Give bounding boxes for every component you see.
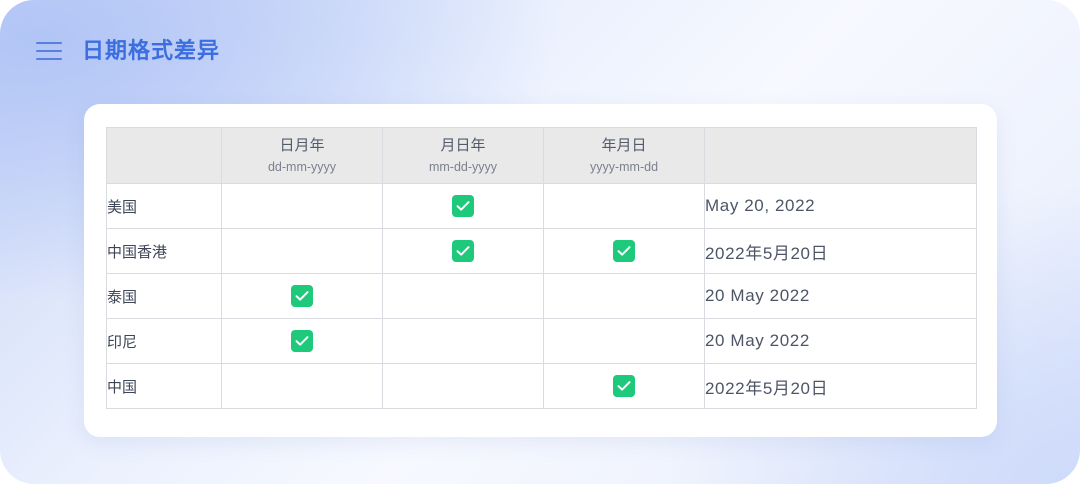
table-row: 印尼 20 May 2022 [106, 318, 977, 364]
table-card: 日月年 dd-mm-yyyy 月日年 mm-dd-yyyy 年月日 yyyy-m… [84, 104, 997, 437]
date-example-cell: 2022年5月20日 [704, 228, 977, 274]
checkbox-checked-icon [613, 375, 635, 397]
checkbox-checked-icon [452, 195, 474, 217]
format-cell-mdy [382, 273, 544, 319]
format-cell-mdy [382, 318, 544, 364]
format-cell-ymd [543, 363, 705, 409]
table-header-row: 日月年 dd-mm-yyyy 月日年 mm-dd-yyyy 年月日 yyyy-m… [106, 127, 977, 184]
menu-icon[interactable] [36, 42, 62, 60]
table-row: 泰国 20 May 2022 [106, 273, 977, 319]
table-row: 中国 2022年5月20日 [106, 363, 977, 409]
column-header-label: 年月日 [601, 136, 647, 154]
column-header-country [106, 127, 222, 184]
format-cell-ymd [543, 228, 705, 274]
format-cell-dmy [221, 318, 383, 364]
checkbox-checked-icon [613, 240, 635, 262]
page-title: 日期格式差异 [82, 38, 221, 63]
date-example-cell: 20 May 2022 [704, 318, 977, 364]
date-example-cell: May 20, 2022 [704, 183, 977, 229]
page-background: 日期格式差异 日月年 dd-mm-yyyy 月日年 mm-dd-yyyy 年月日… [0, 0, 1080, 484]
format-cell-dmy [221, 228, 383, 274]
column-header-dmy: 日月年 dd-mm-yyyy [221, 127, 383, 184]
column-header-format: dd-mm-yyyy [267, 159, 337, 174]
table-row: 中国香港 2022年5月20日 [106, 228, 977, 274]
country-cell: 泰国 [106, 273, 222, 319]
date-format-table: 日月年 dd-mm-yyyy 月日年 mm-dd-yyyy 年月日 yyyy-m… [106, 127, 977, 409]
page-header: 日期格式差异 [36, 36, 220, 66]
format-cell-dmy [221, 363, 383, 409]
country-cell: 中国香港 [106, 228, 222, 274]
format-cell-ymd [543, 183, 705, 229]
country-cell: 美国 [106, 183, 222, 229]
column-header-label: 月日年 [440, 136, 486, 154]
checkbox-checked-icon [291, 330, 313, 352]
format-cell-ymd [543, 318, 705, 364]
format-cell-ymd [543, 273, 705, 319]
country-cell: 印尼 [106, 318, 222, 364]
checkbox-checked-icon [291, 285, 313, 307]
format-cell-dmy [221, 273, 383, 319]
table-row: 美国 May 20, 2022 [106, 183, 977, 229]
column-header-label: 日月年 [279, 136, 325, 154]
format-cell-mdy [382, 183, 544, 229]
format-cell-mdy [382, 228, 544, 274]
checkbox-checked-icon [452, 240, 474, 262]
column-header-format: mm-dd-yyyy [428, 159, 498, 174]
format-cell-mdy [382, 363, 544, 409]
column-header-ymd: 年月日 yyyy-mm-dd [543, 127, 705, 184]
date-example-cell: 20 May 2022 [704, 273, 977, 319]
column-header-format: yyyy-mm-dd [589, 159, 659, 174]
date-example-cell: 2022年5月20日 [704, 363, 977, 409]
format-cell-dmy [221, 183, 383, 229]
column-header-mdy: 月日年 mm-dd-yyyy [382, 127, 544, 184]
column-header-example [704, 127, 977, 184]
country-cell: 中国 [106, 363, 222, 409]
